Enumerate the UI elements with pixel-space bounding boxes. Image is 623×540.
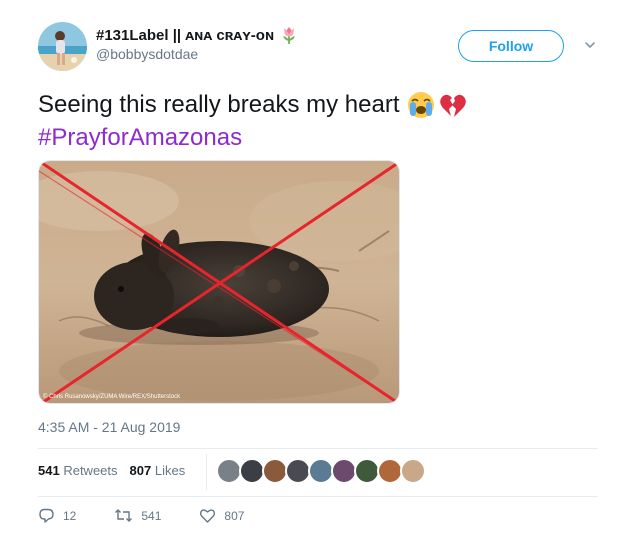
retweets-stat[interactable]: 541 Retweets bbox=[38, 463, 118, 478]
retweets-label: Retweets bbox=[63, 463, 118, 478]
display-name[interactable]: #131Label || ᴀɴᴀ ᴄʀᴀʏ-ᴏɴ bbox=[96, 27, 274, 44]
heart-icon bbox=[200, 509, 216, 523]
author-handle[interactable]: @bobbysdotdae bbox=[96, 46, 198, 62]
engagement-stats: 541 Retweets 807 Likes bbox=[38, 463, 197, 478]
avatar[interactable] bbox=[38, 22, 87, 71]
tulip-icon bbox=[279, 25, 299, 45]
liker-avatar[interactable] bbox=[400, 458, 426, 484]
retweet-count: 541 bbox=[141, 508, 162, 523]
like-action[interactable]: 807 bbox=[199, 507, 244, 524]
tweet-text-line: Seeing this really breaks my heart bbox=[38, 91, 400, 118]
likers-avatars bbox=[216, 458, 426, 484]
retweet-action[interactable]: 541 bbox=[114, 507, 161, 524]
tweet-text: Seeing this really breaks my heart #Pray… bbox=[38, 88, 598, 154]
loudly-crying-face-icon bbox=[406, 90, 436, 120]
broken-heart-icon bbox=[438, 90, 468, 120]
likes-label: Likes bbox=[154, 463, 186, 478]
tweet-actions: 12 541 807 bbox=[38, 507, 282, 524]
retweet-icon bbox=[115, 509, 133, 522]
stats-separator bbox=[206, 454, 207, 490]
tweet-timestamp[interactable]: 4:35 AM - 21 Aug 2019 bbox=[38, 419, 180, 435]
likes-stat[interactable]: 807 Likes bbox=[130, 463, 186, 478]
photo-credit: © Chris Rusanowsky/ZUMA Wire/REX/Shutter… bbox=[43, 394, 181, 400]
reply-action[interactable]: 12 bbox=[38, 507, 76, 524]
retweets-count: 541 bbox=[38, 463, 60, 478]
likes-count: 807 bbox=[129, 463, 152, 478]
like-count: 807 bbox=[224, 508, 245, 523]
follow-button[interactable]: Follow bbox=[458, 30, 564, 62]
chevron-down-icon[interactable] bbox=[583, 38, 597, 52]
reply-count: 12 bbox=[63, 508, 77, 523]
author-name-row[interactable]: #131Label || ᴀɴᴀ ᴄʀᴀʏ-ᴏɴ bbox=[96, 25, 299, 45]
tweet: #131Label || ᴀɴᴀ ᴄʀᴀʏ-ᴏɴ @bobbysdotdae F… bbox=[0, 0, 623, 540]
hashtag-link[interactable]: #PrayforAmazonas bbox=[38, 121, 242, 154]
divider bbox=[38, 496, 598, 497]
reply-icon bbox=[39, 508, 54, 523]
tweet-photo[interactable]: © Chris Rusanowsky/ZUMA Wire/REX/Shutter… bbox=[38, 160, 400, 404]
divider bbox=[38, 448, 598, 449]
